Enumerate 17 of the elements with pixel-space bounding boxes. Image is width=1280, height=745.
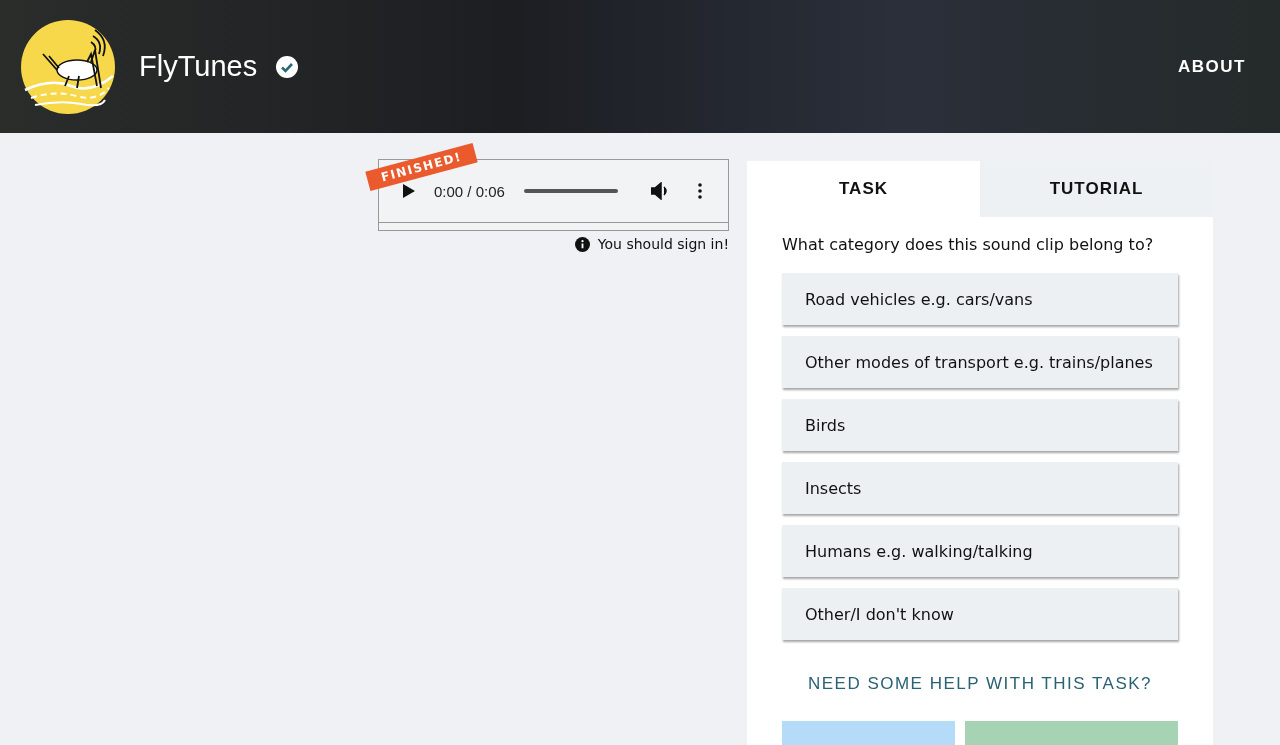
progress-track[interactable]	[523, 189, 618, 193]
answer-option[interactable]: Birds	[782, 399, 1178, 451]
nav-link[interactable]: ABOUT	[1178, 56, 1246, 76]
answer-option[interactable]: Other modes of transport e.g. trains/planes	[782, 336, 1178, 388]
info-icon	[574, 236, 590, 252]
play-icon[interactable]	[403, 184, 415, 198]
tab[interactable]: TUTORIAL	[980, 161, 1213, 217]
more-options-icon[interactable]	[698, 183, 702, 199]
answer-option[interactable]: Road vehicles e.g. cars/vans	[782, 273, 1178, 325]
answer-option[interactable]: Humans e.g. walking/talking	[782, 525, 1178, 577]
question-text: What category does this sound clip belong to?	[782, 235, 1155, 254]
cricket-logo-icon[interactable]	[21, 19, 115, 114]
answer-option[interactable]: Insects	[782, 462, 1178, 514]
sign-in-notice: You should sign in!	[597, 236, 729, 252]
help-link[interactable]: NEED SOME HELP WITH THIS TASK?	[782, 674, 1178, 694]
answer-option[interactable]: Other/I don't know	[782, 588, 1178, 640]
site-title: FlyTunes	[139, 50, 258, 83]
